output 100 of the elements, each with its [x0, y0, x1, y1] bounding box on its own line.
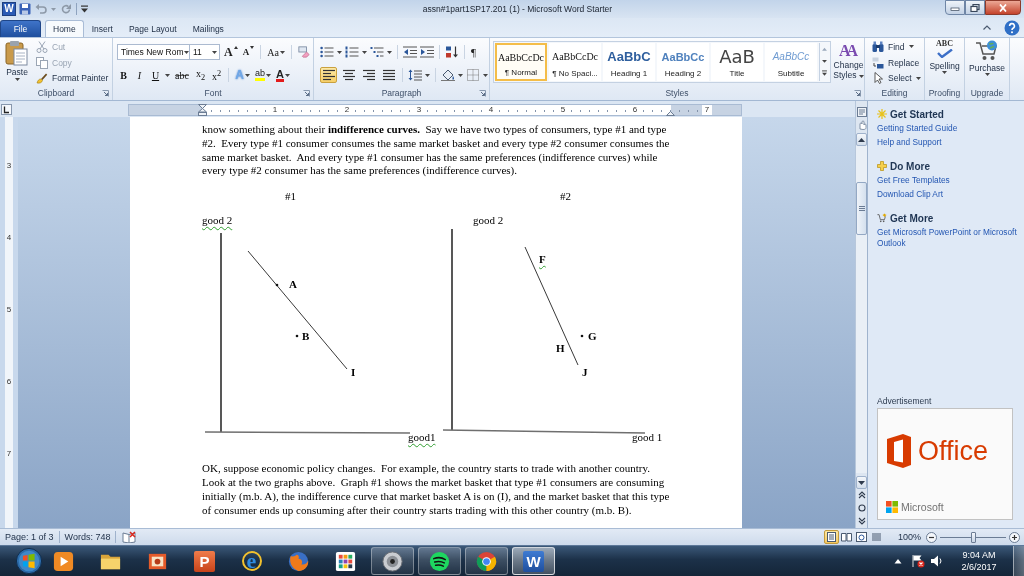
caret-icon[interactable] — [483, 73, 488, 77]
bold-button[interactable]: B — [117, 67, 130, 83]
taskbar-button[interactable]: W — [512, 547, 555, 575]
pane-link[interactable]: Get Free Templates — [877, 173, 950, 187]
browse-object-icon[interactable] — [857, 504, 866, 512]
proofing-error-icon[interactable] — [122, 531, 137, 543]
style-tile[interactable]: AaBbCc Subtitle — [765, 43, 817, 81]
font-color-button[interactable]: A — [274, 67, 291, 83]
spelling-button[interactable]: ABC Spelling — [925, 38, 964, 86]
file-menu-button[interactable]: File — [0, 20, 41, 37]
scrollbar-thumb[interactable] — [856, 182, 867, 235]
caret-icon[interactable] — [387, 50, 392, 54]
caret-icon[interactable] — [165, 73, 170, 77]
taskbar-button[interactable]: e — [230, 547, 273, 575]
zoom-in-icon[interactable] — [1009, 531, 1020, 543]
hand-icon[interactable] — [856, 120, 867, 130]
app-logo[interactable]: W — [3, 3, 15, 15]
increase-indent-icon[interactable] — [420, 46, 434, 58]
advertisement-banner[interactable]: Office Microsoft — [877, 408, 1013, 520]
caret-icon[interactable] — [183, 50, 189, 54]
change-styles-button[interactable]: AA Change Styles — [833, 41, 864, 86]
bullet-list-icon[interactable] — [320, 46, 334, 58]
ribbon-tab[interactable]: Page Layout — [120, 20, 185, 37]
align-right-button[interactable] — [360, 67, 377, 83]
zoom-out-icon[interactable] — [926, 531, 937, 543]
font-size-field[interactable]: 11 — [189, 44, 220, 60]
align-center-button[interactable] — [340, 67, 357, 83]
print-layout-button[interactable] — [823, 530, 839, 544]
save-icon[interactable] — [19, 3, 31, 15]
scroll-down-button[interactable] — [856, 476, 867, 489]
show-desktop-button[interactable] — [1013, 546, 1024, 576]
web-layout-button[interactable] — [853, 530, 869, 544]
change-case-button[interactable]: Aa — [266, 44, 286, 60]
clock-date[interactable]: 2/6/2017 — [961, 561, 997, 573]
dialog-launcher-icon[interactable] — [303, 89, 310, 97]
start-button[interactable] — [15, 547, 43, 575]
line-spacing-icon[interactable] — [408, 69, 422, 81]
previous-page-icon[interactable] — [857, 491, 866, 499]
multilevel-list-icon[interactable] — [370, 46, 384, 58]
subscript-button[interactable]: x$_{2}$ — [193, 67, 208, 83]
purchase-button[interactable]: Purchase — [965, 38, 1009, 86]
next-page-icon[interactable] — [857, 517, 866, 525]
clock-time[interactable]: 9:04 AM — [962, 549, 996, 561]
pane-link[interactable]: Help and Support — [877, 135, 942, 149]
replace-button[interactable]: Replace — [870, 54, 924, 71]
align-left-button[interactable] — [320, 67, 337, 83]
style-tile[interactable]: AaBbCcDc ¶ Normal — [495, 43, 547, 81]
decrease-indent-icon[interactable] — [403, 46, 417, 58]
find-button[interactable]: Find — [870, 39, 924, 55]
reading-view-button[interactable] — [838, 530, 854, 544]
taskbar-button[interactable]: P — [183, 547, 226, 575]
superscript-button[interactable]: x$^{2}$ — [210, 67, 224, 83]
caret-icon[interactable] — [425, 73, 430, 77]
customize-menu-icon[interactable] — [81, 5, 88, 13]
close-button[interactable] — [985, 0, 1021, 15]
ruler-toggle-icon[interactable] — [856, 107, 867, 117]
dialog-launcher-icon[interactable] — [854, 89, 861, 97]
ribbon-tab[interactable]: Home — [45, 20, 84, 37]
dialog-launcher-icon[interactable] — [479, 89, 486, 97]
underline-button[interactable]: U — [149, 67, 162, 83]
pane-link[interactable]: Get Microsoft PowerPoint or Microsoft Outlook — [877, 225, 1020, 250]
tray-arrow-icon[interactable] — [894, 558, 902, 564]
pane-link[interactable]: Download Clip Art — [877, 187, 943, 201]
style-tile[interactable]: AaBbCcDc ¶ No Spaci... — [549, 43, 601, 81]
zoom-slider-thumb[interactable] — [971, 531, 976, 543]
sort-icon[interactable] — [445, 46, 459, 58]
italic-button[interactable]: I — [133, 67, 146, 83]
restore-button[interactable] — [965, 0, 985, 15]
style-tile[interactable]: AaBbC Heading 1 — [603, 43, 655, 81]
style-tile[interactable]: AaBbCc Heading 2 — [657, 43, 709, 81]
minimize-button[interactable] — [945, 0, 965, 15]
shrink-font-button[interactable]: A — [241, 44, 256, 60]
ribbon-tab[interactable]: Insert — [83, 20, 121, 37]
taskbar-button[interactable] — [465, 547, 508, 575]
speaker-icon[interactable] — [930, 554, 944, 568]
justify-button[interactable] — [380, 67, 397, 83]
caret-icon[interactable] — [458, 73, 463, 77]
taskbar-button[interactable] — [371, 547, 414, 575]
highlight-button[interactable]: ab — [253, 67, 272, 83]
dialog-launcher-icon[interactable] — [102, 89, 109, 97]
caret-icon[interactable] — [212, 50, 217, 54]
page-count[interactable]: Page: 1 of 3 — [0, 532, 59, 542]
collapse-ribbon-icon[interactable] — [983, 25, 991, 30]
format-painter-button[interactable]: Format Painter — [34, 70, 111, 86]
paste-button[interactable]: Paste — [0, 38, 34, 86]
show-marks-button[interactable]: ¶ — [470, 44, 477, 60]
indent-marker[interactable] — [198, 104, 207, 116]
pane-link[interactable]: Getting Started Guide — [877, 121, 958, 135]
select-button[interactable]: Select — [870, 70, 924, 86]
caret-icon[interactable] — [337, 50, 342, 54]
caret-icon[interactable] — [362, 50, 367, 54]
help-icon[interactable] — [1004, 19, 1020, 36]
font-name-field[interactable]: Times New Rom — [117, 44, 190, 60]
style-tile[interactable]: AaB Title — [711, 43, 763, 81]
tab-selector-button[interactable] — [1, 104, 12, 115]
word-count[interactable]: Words: 748 — [59, 532, 116, 542]
taskbar-button[interactable] — [418, 547, 461, 575]
numbered-list-icon[interactable] — [345, 46, 359, 58]
flag-error-icon[interactable] — [911, 554, 925, 568]
paint-bucket-icon[interactable] — [441, 69, 455, 81]
